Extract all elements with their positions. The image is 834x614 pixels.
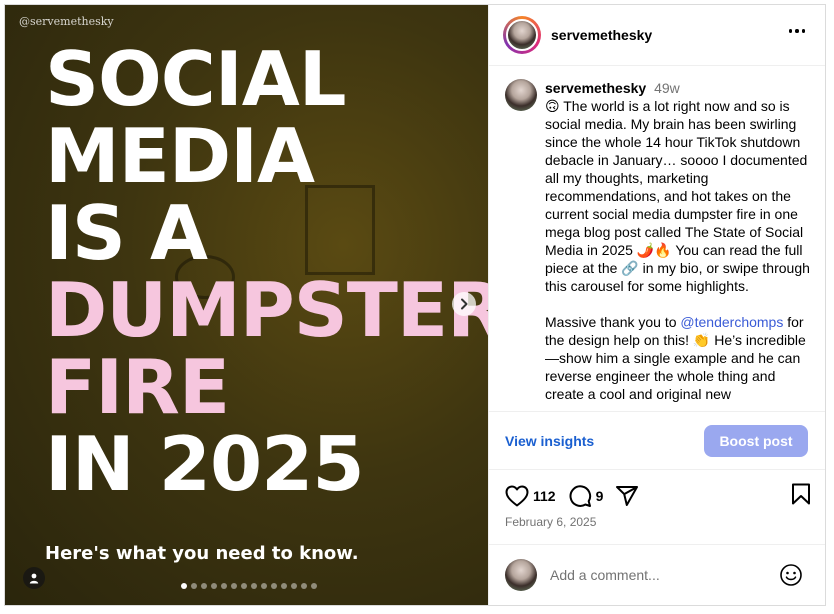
headline-line-5: FIRE [45, 343, 230, 431]
comment-button[interactable] [568, 484, 592, 508]
share-icon [616, 486, 639, 506]
commenter-avatar [505, 559, 537, 591]
caption-paragraph-1: 🙃 The world is a lot right now and so is… [545, 98, 810, 294]
mention-link[interactable]: @tenderchomps [680, 314, 783, 330]
caption-username[interactable]: servemethesky [545, 80, 646, 96]
insights-bar: View insights Boost post [489, 412, 825, 470]
boost-post-button[interactable]: Boost post [704, 424, 808, 457]
caption-avatar[interactable] [505, 79, 537, 111]
carousel-dot [291, 583, 297, 589]
media-headline: SOCIAL MEDIA IS A DUMPSTER FIRE IN 2025 [45, 41, 488, 503]
carousel-dot [221, 583, 227, 589]
headline-line-4: DUMPSTER [45, 266, 488, 354]
carousel-dot [191, 583, 197, 589]
caption-text: servemethesky 49w 🙃 The world is a lot r… [545, 79, 815, 403]
tagged-users-button[interactable] [23, 567, 45, 589]
post-date[interactable]: February 6, 2025 [505, 515, 596, 529]
carousel-dot [201, 583, 207, 589]
comment-count[interactable]: 9 [596, 488, 604, 504]
carousel-dot [251, 583, 257, 589]
header-username[interactable]: servemethesky [551, 27, 652, 43]
carousel-dot [281, 583, 287, 589]
media-watermark: @servemethesky [19, 15, 114, 28]
save-button[interactable] [791, 483, 811, 510]
carousel-next-button[interactable] [452, 292, 476, 316]
comment-input[interactable] [550, 567, 760, 583]
post-header: servemethesky [489, 5, 825, 66]
like-count[interactable]: 112 [533, 488, 556, 504]
profile-avatar-ring[interactable] [503, 16, 541, 54]
headline-line-2: MEDIA [45, 112, 315, 200]
carousel-dots [181, 583, 317, 589]
carousel-dot [261, 583, 267, 589]
profile-avatar [506, 19, 538, 51]
share-button[interactable] [615, 484, 639, 508]
headline-line-6: IN 2025 [45, 420, 365, 508]
emoji-button[interactable] [779, 563, 803, 592]
caption-paragraph-2-start: Massive thank you to [545, 314, 681, 330]
carousel-dot [211, 583, 217, 589]
carousel-dot [181, 583, 187, 589]
more-dot [795, 29, 799, 33]
carousel-dot [301, 583, 307, 589]
post-dialog: @servemethesky SOCIAL MEDIA IS A DUMPSTE… [4, 4, 826, 606]
carousel-dot [311, 583, 317, 589]
heart-icon [505, 485, 529, 507]
carousel-dot [241, 583, 247, 589]
headline-line-1: SOCIAL [45, 35, 347, 123]
action-bar: 112 9 [505, 483, 811, 509]
more-dot [801, 29, 805, 33]
like-button[interactable] [505, 485, 529, 507]
chevron-right-icon [461, 298, 468, 310]
caption-paragraph-2: Massive thank you to @tenderchomps for t… [545, 313, 815, 403]
more-horizontal-icon [788, 29, 792, 33]
post-side-panel: servemethesky servemethesky 49w 🙃 The wo… [488, 5, 825, 605]
user-icon [29, 573, 39, 583]
carousel-dot [271, 583, 277, 589]
headline-line-3: IS A [45, 189, 208, 277]
post-media[interactable]: @servemethesky SOCIAL MEDIA IS A DUMPSTE… [5, 5, 488, 605]
comment-bar [489, 544, 825, 605]
bookmark-icon [792, 483, 810, 504]
emoji-icon [780, 564, 802, 586]
caption-scroll-area[interactable]: servemethesky 49w 🙃 The world is a lot r… [489, 66, 825, 412]
caption-timestamp[interactable]: 49w [654, 80, 680, 96]
comment-icon [569, 485, 591, 507]
view-insights-link[interactable]: View insights [505, 433, 594, 449]
more-options-button[interactable] [788, 25, 805, 37]
carousel-dot [231, 583, 237, 589]
media-subline: Here's what you need to know. [45, 543, 359, 564]
